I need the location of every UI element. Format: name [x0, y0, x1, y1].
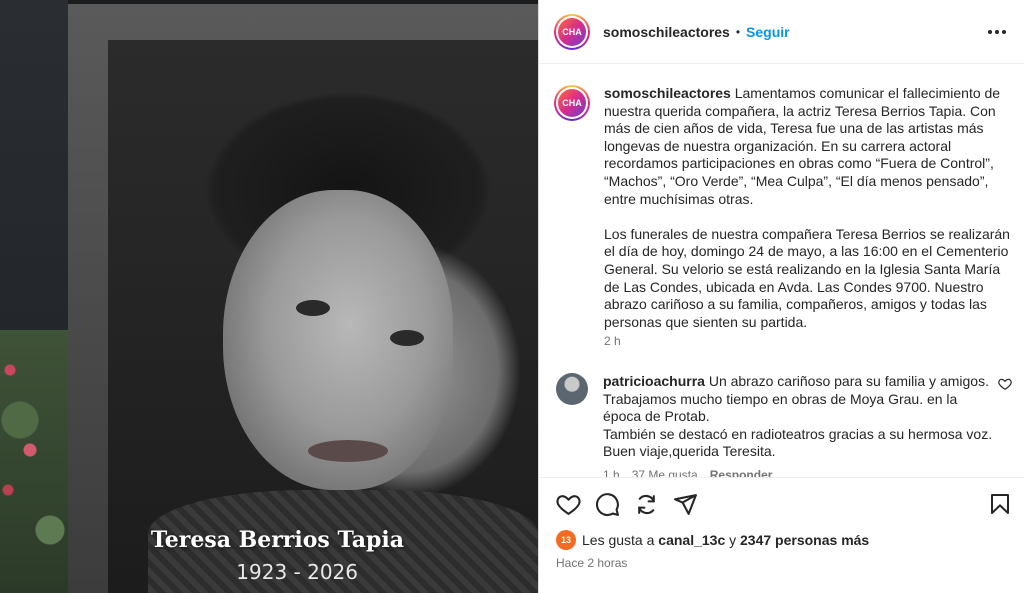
send-icon[interactable] [671, 490, 699, 518]
comment-text: patricioachurra Un abrazo cariñoso para … [603, 373, 993, 477]
bookmark-icon[interactable] [986, 490, 1014, 518]
follow-button[interactable]: Seguir [746, 24, 790, 40]
memorial-name: Teresa Berrios Tapia [150, 527, 404, 553]
post-timestamp[interactable]: Hace 2 horas [556, 556, 627, 570]
comment-likes[interactable]: 37 Me gusta [632, 467, 698, 477]
comment-item: patricioachurra Un abrazo cariñoso para … [554, 373, 1014, 477]
commenter-username[interactable]: patricioachurra [603, 373, 705, 389]
caption-avatar-logo: CHA [558, 89, 586, 117]
comment-time[interactable]: 1 h [603, 467, 620, 477]
memorial-years: 1923 - 2026 [236, 560, 358, 584]
portrait-eye-left [296, 300, 330, 316]
comment-heart-icon[interactable] [998, 377, 1012, 391]
account-logo: CHA [558, 17, 586, 46]
likes-count[interactable]: 2347 personas más [740, 532, 869, 548]
likes-summary[interactable]: 13 Les gusta a canal_13c y 2347 personas… [556, 530, 869, 550]
background-wall [0, 0, 68, 593]
account-avatar[interactable]: CHA [554, 13, 590, 50]
likes-text: Les gusta a canal_13c y 2347 personas má… [582, 532, 869, 548]
post-media[interactable]: Teresa Berrios Tapia 1923 - 2026 [0, 0, 538, 593]
account-username[interactable]: somoschileactores [603, 24, 730, 40]
more-horizontal-icon[interactable] [987, 22, 1007, 42]
caption-paragraph-1: Lamentamos comunicar el fallecimiento de… [604, 85, 1001, 207]
comment-icon[interactable] [593, 490, 621, 518]
likes-prefix: Les gusta a [582, 532, 655, 548]
likes-user[interactable]: canal_13c [658, 532, 725, 548]
post-caption: CHA somoschileactores Lamentamos comunic… [554, 85, 1014, 351]
comments-area[interactable]: CHA somoschileactores Lamentamos comunic… [539, 65, 1024, 477]
comment-meta: 1 h 37 Me gusta Responder [603, 467, 993, 477]
comment-line-2: Trabajamos mucho tiempo en obras de Moya… [603, 390, 958, 425]
heart-icon[interactable] [554, 490, 582, 518]
caption-time[interactable]: 2 h [604, 333, 1014, 351]
separator-dot: • [735, 24, 741, 39]
caption-paragraph-2: Los funerales de nuestra compañera Teres… [604, 225, 1010, 330]
liker-avatar-badge: 13 [556, 530, 576, 550]
picture-frame [68, 4, 538, 593]
commenter-avatar[interactable] [556, 373, 588, 405]
caption-avatar[interactable]: CHA [554, 85, 590, 121]
post-header: CHA somoschileactores • Seguir [539, 0, 1024, 64]
post-panel: CHA somoschileactores • Seguir CHA somos… [538, 0, 1024, 593]
likes-joiner: y [729, 532, 737, 548]
caption-username[interactable]: somoschileactores [604, 85, 731, 101]
background-plants [0, 330, 68, 593]
share-icon[interactable] [632, 490, 660, 518]
portrait-photo [108, 40, 538, 593]
portrait-mouth [308, 440, 388, 462]
caption-text: somoschileactores Lamentamos comunicar e… [604, 85, 1014, 351]
portrait-eye-right [390, 330, 424, 346]
comment-line-4: Buen viaje,querida Teresita. [603, 443, 776, 460]
comment-line-1: Un abrazo cariñoso para su familia y ami… [708, 373, 989, 389]
comment-reply-button[interactable]: Responder [710, 467, 773, 477]
comment-line-3: También se destacó en radioteatros graci… [603, 425, 993, 442]
post-actions: 13 Les gusta a canal_13c y 2347 personas… [539, 477, 1024, 593]
